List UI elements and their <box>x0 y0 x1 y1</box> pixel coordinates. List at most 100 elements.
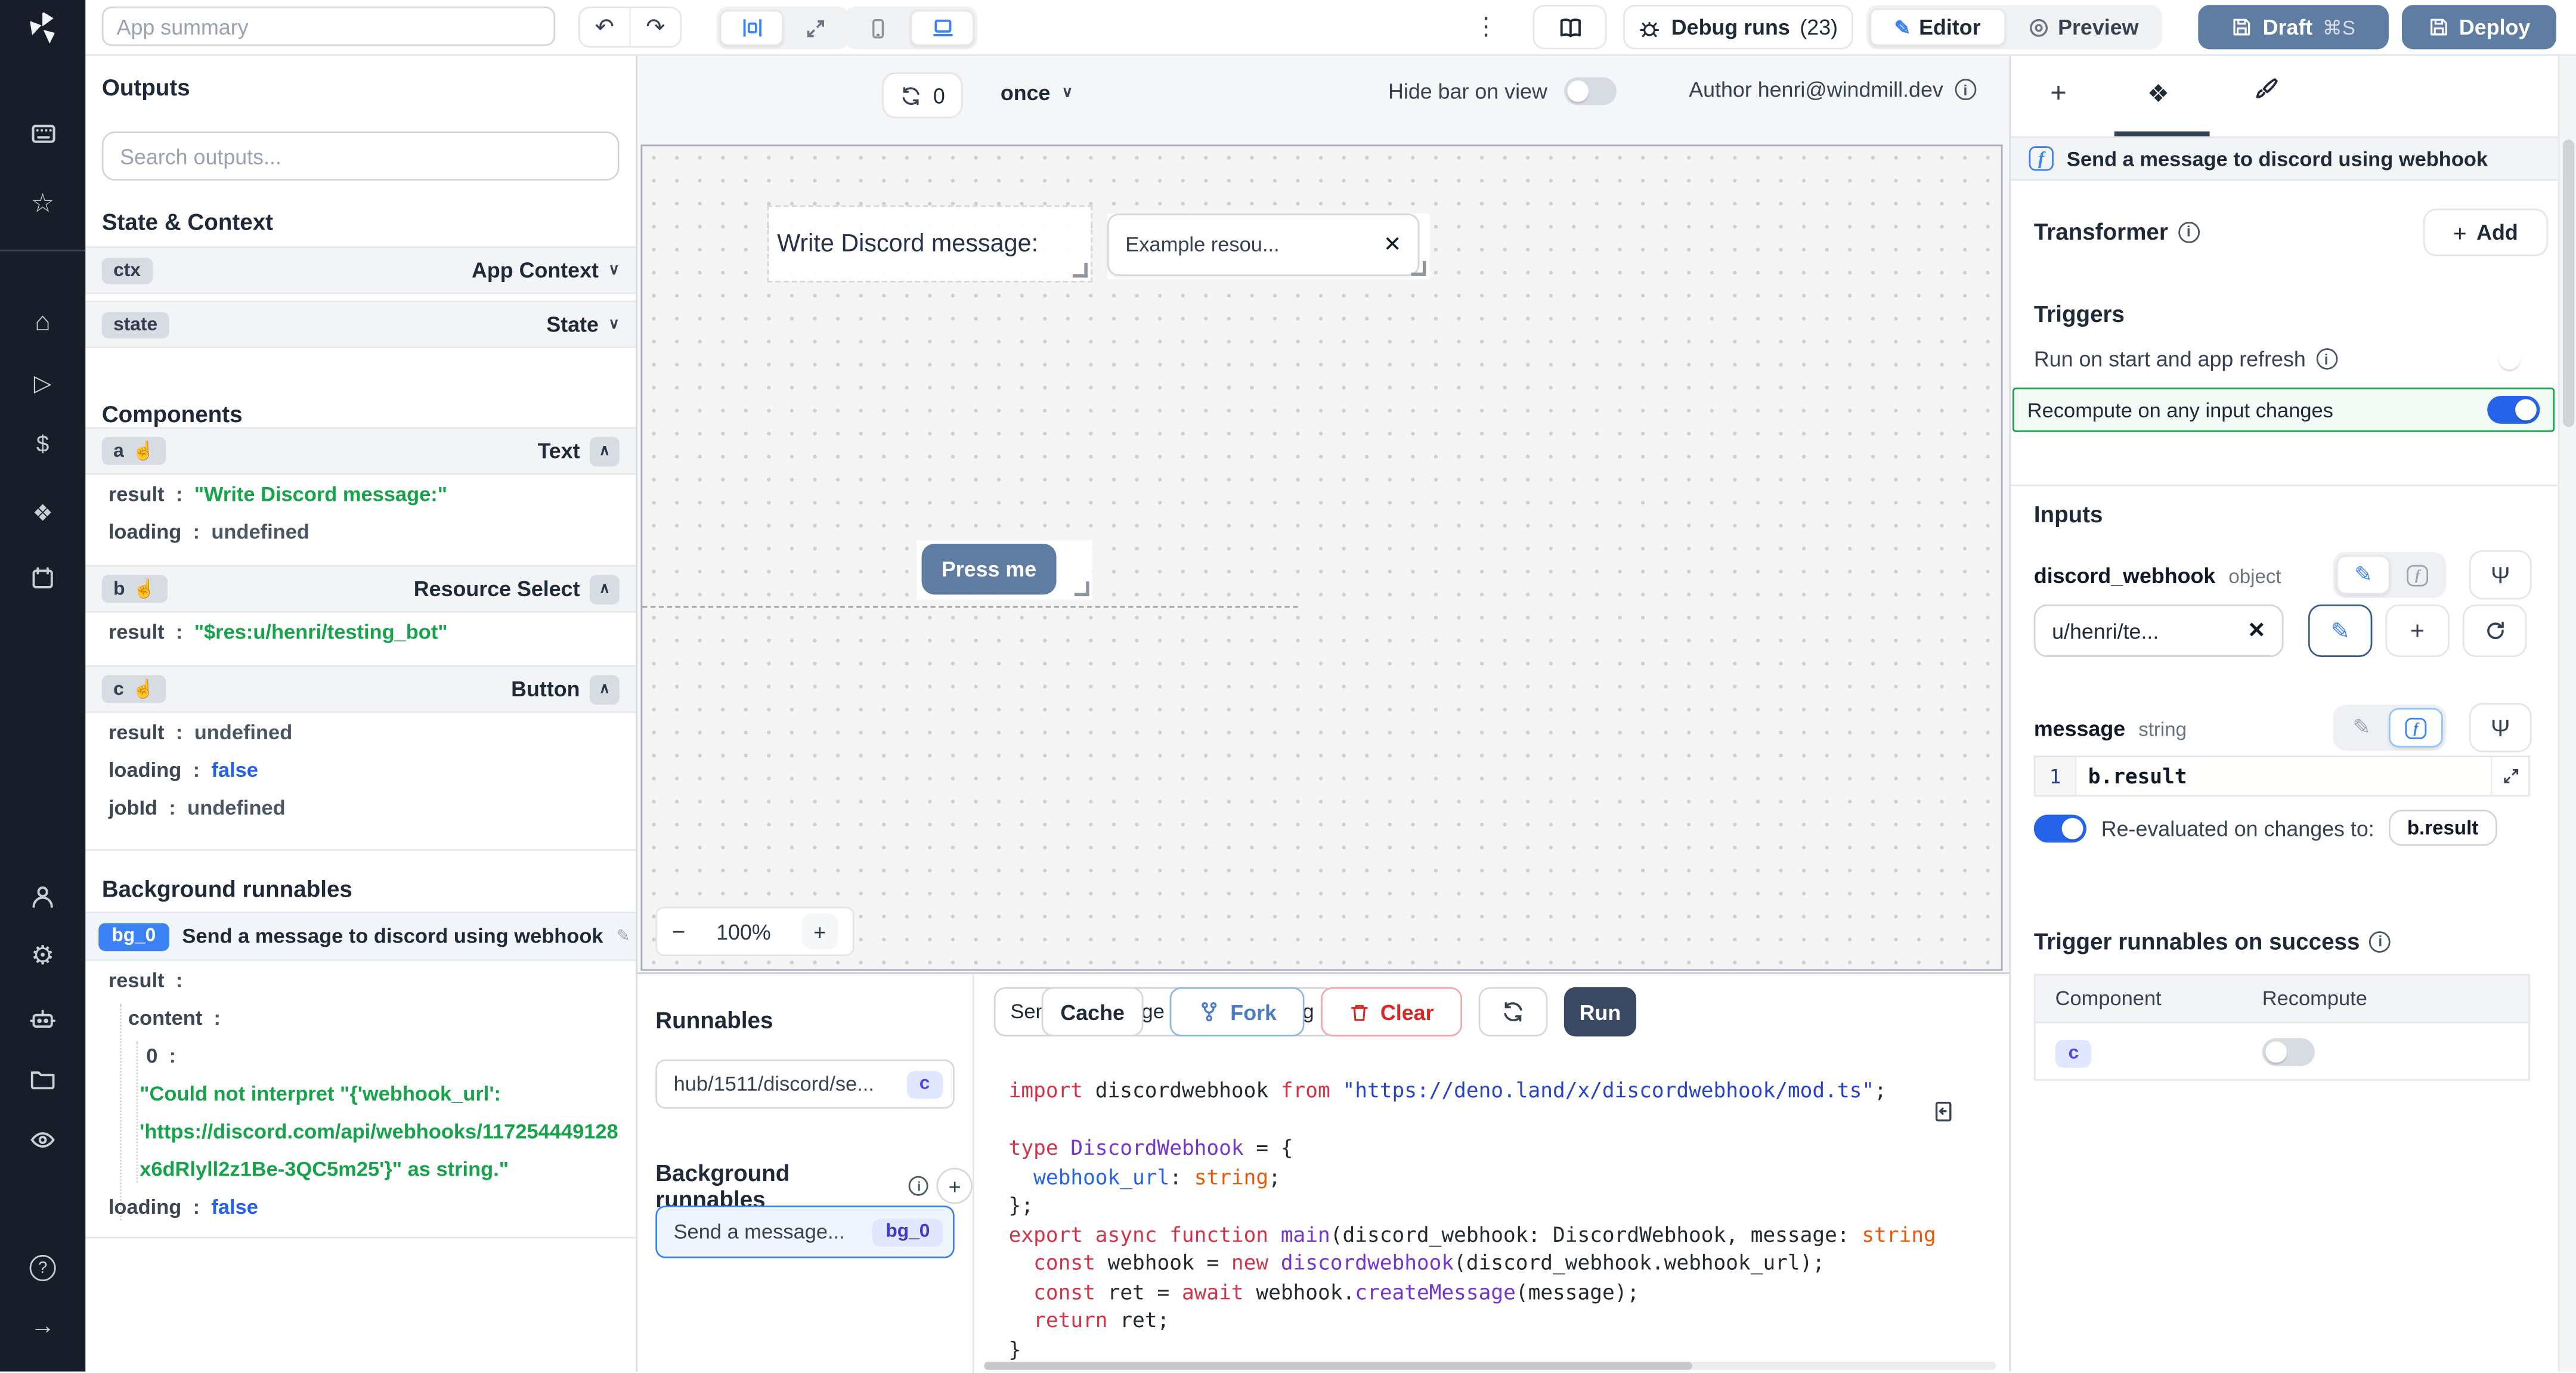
reeval-toggle[interactable] <box>2034 814 2086 842</box>
settings-gear-icon[interactable]: ⚙ <box>0 944 85 971</box>
tab-preview[interactable]: Preview <box>2007 8 2159 46</box>
collapse-chevron-icon[interactable]: ∧ <box>590 436 620 466</box>
code-editor[interactable]: import discordwebhook from "https://deno… <box>1009 1076 1999 1365</box>
more-options-kebab-icon[interactable]: ⋮ <box>1473 11 1498 41</box>
refresh-mode-dropdown[interactable]: once ∨ <box>1001 80 1073 105</box>
audit-eye-icon[interactable] <box>0 1127 85 1153</box>
divider <box>2011 485 2558 486</box>
fork-button[interactable]: Fork <box>1170 987 1305 1037</box>
fullscreen-button[interactable] <box>785 10 846 47</box>
component-b-row[interactable]: b☝ Resource Select∧ <box>85 565 636 613</box>
reload-code-button[interactable] <box>1479 987 1548 1037</box>
resize-handle[interactable] <box>1075 581 1089 596</box>
windmill-logo-icon[interactable] <box>0 8 85 48</box>
msg-eval-f-button[interactable]: f <box>2389 708 2443 747</box>
msg-input-mode-segment: ✎ f <box>2333 705 2446 751</box>
info-icon[interactable]: i <box>909 1176 929 1196</box>
button-component-cell[interactable]: Press me <box>917 540 1092 599</box>
info-icon[interactable]: i <box>2178 221 2199 243</box>
collapse-chevron-icon[interactable]: ∧ <box>590 674 620 704</box>
select-component-cell[interactable]: Example resou... ✕ <box>1107 213 1429 279</box>
dw-refresh-button[interactable] <box>2463 605 2527 657</box>
save-draft-button[interactable]: Draft ⌘S <box>2198 5 2389 49</box>
dw-connect-plug-button[interactable]: Ψ <box>2469 550 2532 600</box>
horizontal-scrollbar[interactable] <box>984 1362 1996 1370</box>
app-summary-input[interactable] <box>102 7 555 46</box>
runnable-item-bg0[interactable]: Send a message... bg_0 <box>655 1205 954 1258</box>
recompute-on-input-toggle[interactable] <box>2487 396 2540 424</box>
insert-component-tab-plus-icon[interactable]: + <box>2050 77 2066 110</box>
settings-tab-diamond-icon[interactable]: ❖ <box>2147 79 2169 109</box>
reeval-target-badge[interactable]: b.result <box>2389 810 2497 846</box>
refresh-count-button[interactable]: 0 <box>882 72 963 118</box>
help-icon[interactable]: ? <box>0 1255 85 1281</box>
center-layout-button[interactable] <box>720 10 784 47</box>
info-icon[interactable]: i <box>2315 348 2337 370</box>
msg-static-pencil-button[interactable]: ✎ <box>2336 708 2387 747</box>
dw-static-pencil-button[interactable]: ✎ <box>2336 555 2391 594</box>
resize-handle[interactable] <box>1411 261 1426 276</box>
resize-handle[interactable] <box>1073 263 1088 278</box>
state-context-title: State & Context <box>102 209 273 235</box>
search-outputs-input[interactable] <box>102 131 620 181</box>
runnable-item-main[interactable]: hub/1511/discord/se... c <box>655 1059 954 1109</box>
info-icon[interactable]: i <box>2370 931 2391 952</box>
undo-button[interactable]: ↶ <box>580 8 630 46</box>
expand-expression-icon[interactable] <box>2491 757 2528 795</box>
desktop-preview-button[interactable] <box>910 10 974 47</box>
table-header-row: Component Recompute <box>2036 976 2529 1024</box>
home-icon[interactable]: ⌂ <box>0 311 85 337</box>
zoom-in-button[interactable]: + <box>801 913 838 950</box>
tab-editor[interactable]: ✎ Editor <box>1869 8 2005 46</box>
favorites-star-icon[interactable]: ☆ <box>0 192 85 218</box>
copy-clipboard-icon[interactable] <box>1930 1099 1955 1123</box>
docs-book-button[interactable] <box>1533 5 1607 49</box>
runs-icon[interactable]: ▷ <box>0 371 85 395</box>
hide-bar-toggle[interactable] <box>1563 77 1616 105</box>
collapse-arrow-icon[interactable]: → <box>0 1314 85 1338</box>
dw-add-button[interactable]: + <box>2385 605 2449 657</box>
users-icon[interactable] <box>0 884 85 910</box>
zoom-out-button[interactable]: − <box>672 918 686 944</box>
edit-pencil-icon[interactable]: ✎ <box>617 927 630 945</box>
clear-button[interactable]: Clear <box>1321 987 1462 1037</box>
add-transformer-button[interactable]: + Add <box>2423 209 2548 256</box>
state-row[interactable]: state State∨ <box>85 300 636 348</box>
debug-runs-button[interactable]: Debug runs (23) <box>1623 5 1853 49</box>
ctx-row[interactable]: ctx App Context∨ <box>85 246 636 294</box>
message-expression-editor[interactable]: 1 b.result <box>2034 755 2530 796</box>
clear-x-icon[interactable]: ✕ <box>2247 618 2265 644</box>
component-a-row[interactable]: a☝ Text∧ <box>85 427 636 475</box>
a-loading-value: undefined <box>211 520 309 549</box>
clear-select-x-icon[interactable]: ✕ <box>1383 231 1401 258</box>
schedules-icon[interactable] <box>0 565 85 591</box>
dw-edit-pencil-button[interactable]: ✎ <box>2308 605 2372 657</box>
workers-robot-icon[interactable] <box>0 1005 85 1031</box>
panel-scrollbar[interactable] <box>2558 54 2576 1372</box>
preview-eye-icon <box>2027 16 2050 39</box>
styling-tab-brush-icon[interactable] <box>2250 76 2278 104</box>
collapse-chevron-icon[interactable]: ∧ <box>590 574 620 604</box>
cache-button[interactable]: Cache <box>1042 987 1144 1037</box>
text-component-cell[interactable]: Write Discord message: <box>769 207 1091 281</box>
component-c-row[interactable]: c☝ Button∧ <box>85 665 636 713</box>
dw-eval-f-button[interactable]: f <box>2392 555 2442 594</box>
deploy-button[interactable]: Deploy <box>2402 5 2556 49</box>
bg0-row[interactable]: bg_0 Send a message to discord using web… <box>85 912 636 961</box>
add-background-runnable-button[interactable]: + <box>937 1168 973 1204</box>
redo-button[interactable]: ↷ <box>629 8 680 46</box>
row-recompute-toggle[interactable] <box>2262 1037 2315 1065</box>
chevron-down-icon[interactable]: ∨ <box>609 315 620 333</box>
apps-icon[interactable] <box>0 120 85 148</box>
info-icon[interactable]: i <box>1955 79 1976 100</box>
run-button[interactable]: Run <box>1564 987 1636 1037</box>
msg-connect-plug-button[interactable]: Ψ <box>2469 703 2532 752</box>
discord-webhook-value-input[interactable]: u/henri/te... ✕ <box>2034 605 2284 657</box>
folders-icon[interactable] <box>0 1066 85 1092</box>
app-canvas[interactable]: Write Discord message: Example resou... … <box>640 144 2002 971</box>
chevron-down-icon[interactable]: ∨ <box>609 261 620 279</box>
resources-icon[interactable]: ❖ <box>0 501 85 524</box>
press-me-button[interactable]: Press me <box>922 544 1057 594</box>
mobile-preview-button[interactable] <box>848 10 909 47</box>
variables-icon[interactable]: $ <box>0 432 85 455</box>
